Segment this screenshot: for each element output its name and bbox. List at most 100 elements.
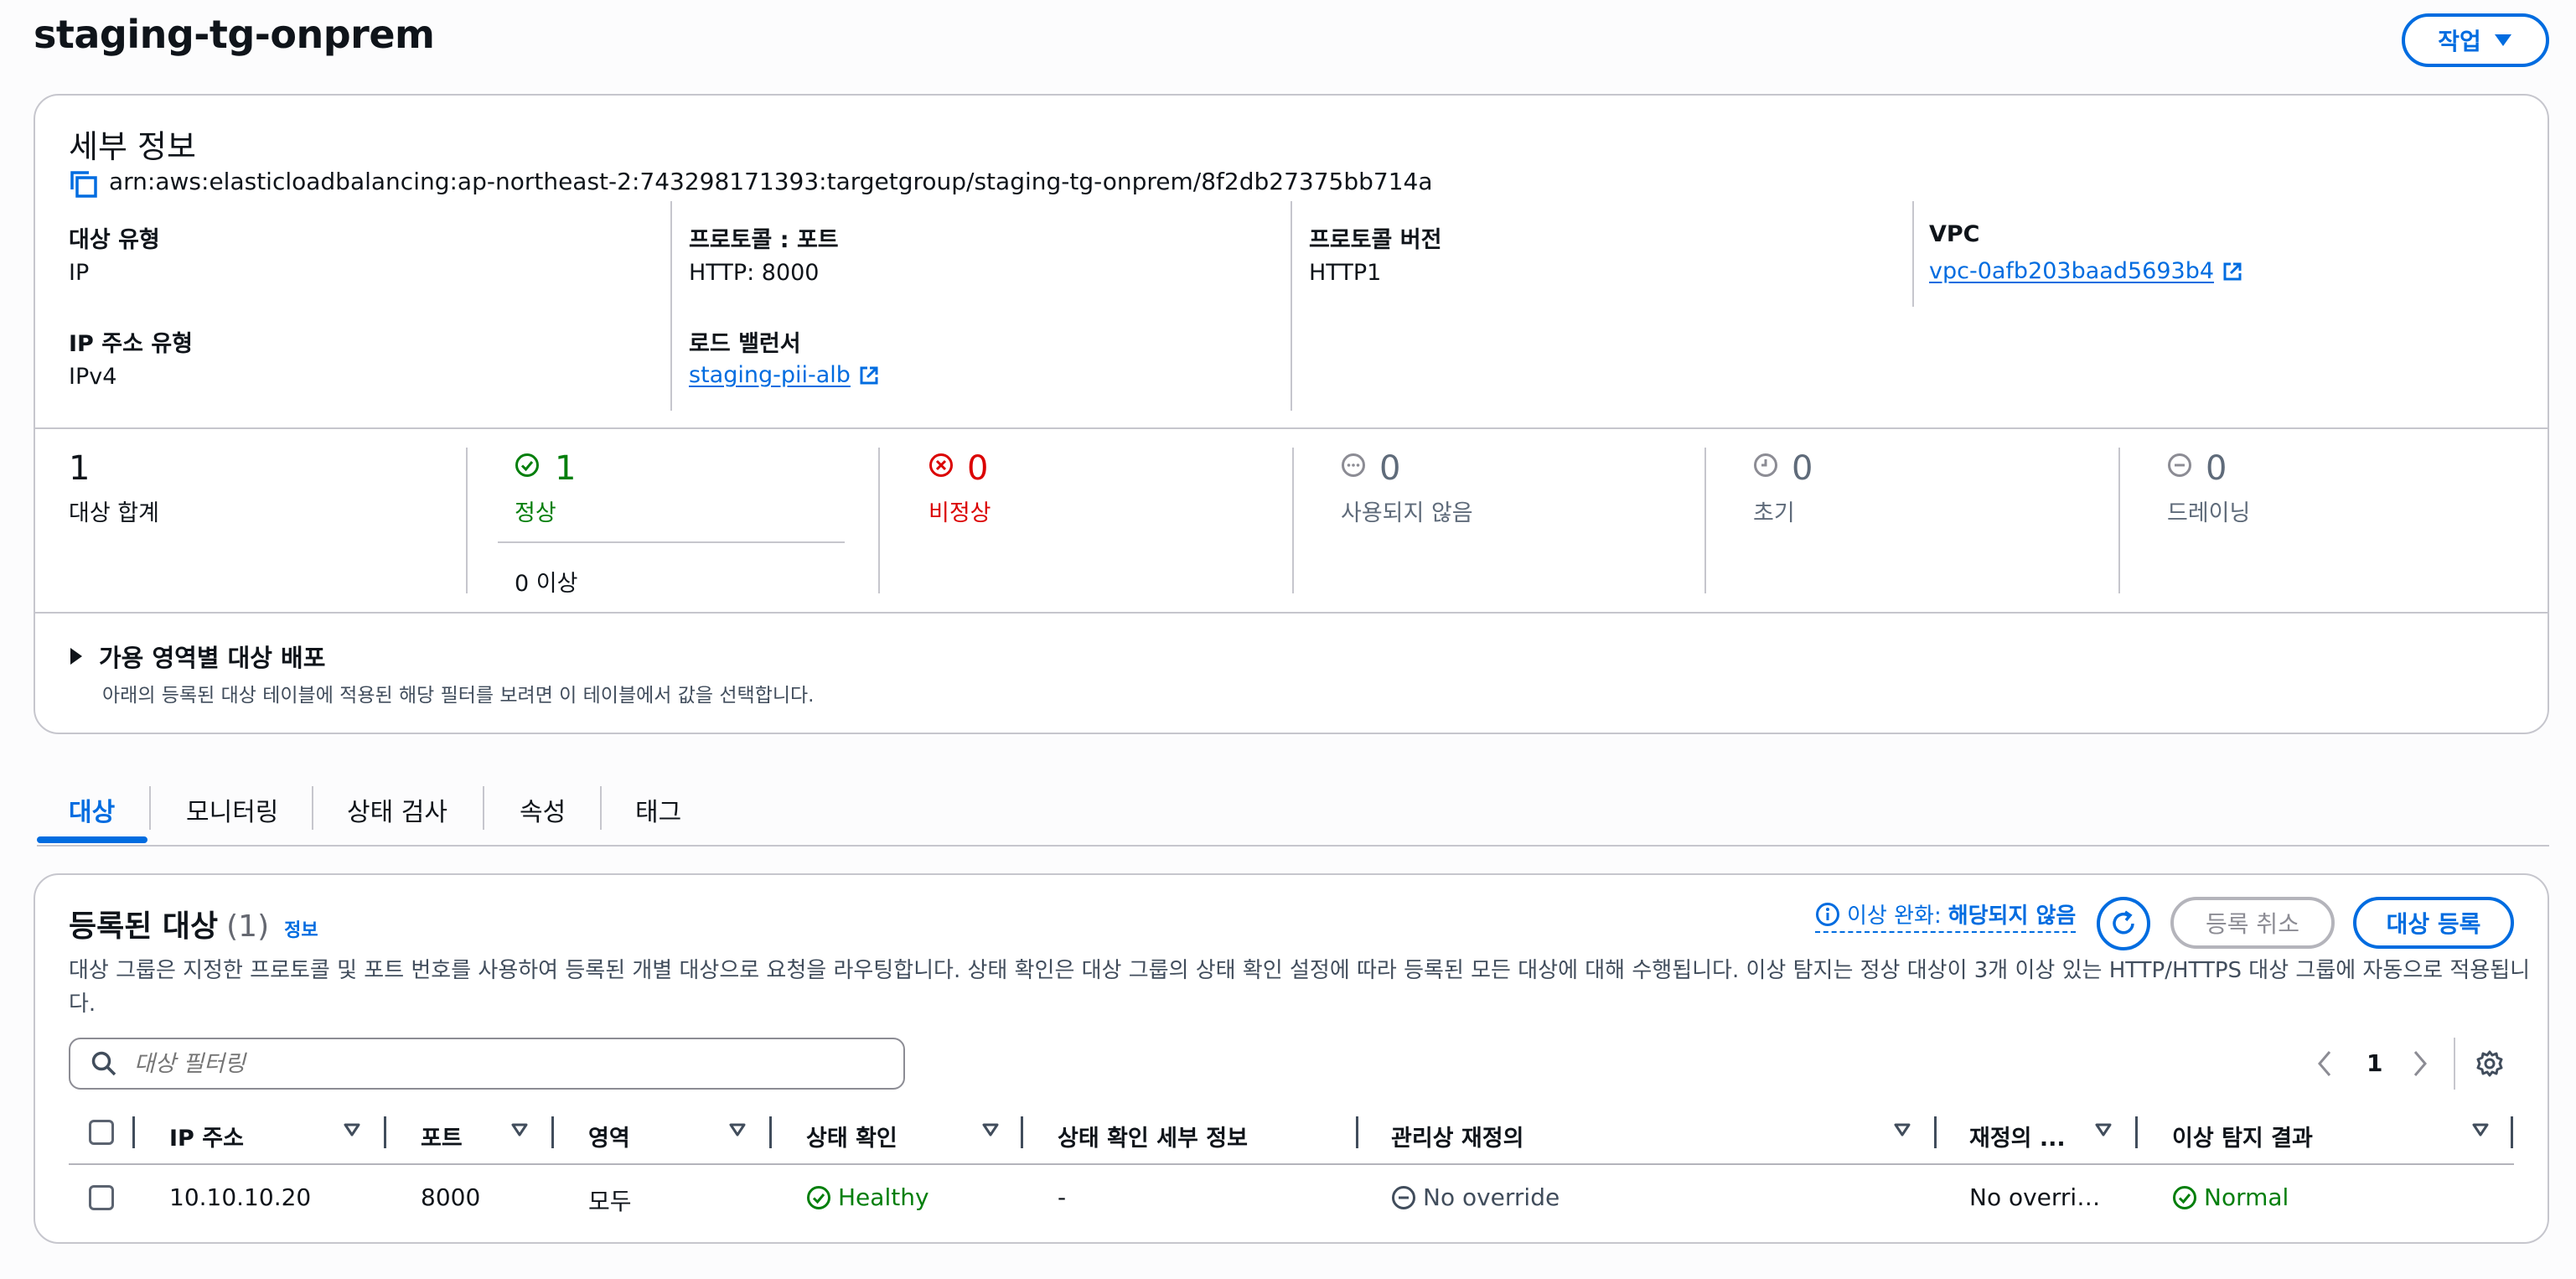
tab-active-indicator — [37, 836, 147, 843]
unhealthy-count: 0 — [967, 449, 989, 488]
column-override-details[interactable]: 재정의 ... — [1969, 1120, 2066, 1152]
column-separator — [2135, 1116, 2138, 1148]
page-number[interactable]: 1 — [2367, 1049, 2382, 1077]
column-separator — [769, 1116, 772, 1148]
stats-divider — [1704, 448, 1706, 593]
tab-health-checks[interactable]: 상태 검사 — [347, 791, 447, 828]
registered-targets-heading: 등록된 대상 (1) 정보 — [69, 902, 318, 945]
column-port[interactable]: 포트 — [421, 1120, 463, 1152]
actions-button[interactable]: 작업 — [2402, 13, 2549, 67]
cell-admin-override: No override — [1391, 1183, 1560, 1211]
mitigation-value: 해당되지 않음 — [1948, 904, 2077, 929]
external-link-icon — [859, 365, 879, 386]
cell-override-details: No overri… — [1969, 1183, 2101, 1211]
sort-icon[interactable] — [729, 1123, 746, 1137]
sort-icon[interactable] — [982, 1123, 999, 1137]
override-text: No override — [1423, 1183, 1560, 1211]
column-zone[interactable]: 영역 — [588, 1120, 630, 1152]
healthy-check-icon — [806, 1185, 831, 1210]
normal-check-icon — [2172, 1185, 2197, 1210]
tab-attributes[interactable]: 속성 — [520, 791, 566, 828]
sort-icon[interactable] — [2472, 1123, 2489, 1137]
az-description: 아래의 등록된 대상 테이블에 적용된 해당 필터를 보려면 이 테이블에서 값… — [102, 685, 815, 707]
stats-divider — [466, 448, 468, 593]
unused-icon — [1341, 453, 1366, 478]
cell-anomaly-result: Normal — [2172, 1183, 2289, 1211]
draining-icon — [2167, 453, 2192, 478]
filter-box[interactable] — [69, 1038, 905, 1090]
mitigation-prefix: 이상 완화: — [1847, 904, 1942, 929]
total-label: 대상 합계 — [69, 500, 159, 526]
section-divider — [35, 427, 2548, 429]
page-title: staging-tg-onprem — [34, 12, 435, 57]
stats-divider — [2118, 448, 2120, 593]
actions-label: 작업 — [2438, 28, 2481, 55]
vpc-link[interactable]: vpc-0afb203baad5693b4 — [1929, 258, 2214, 284]
section-divider — [35, 612, 2548, 614]
details-heading: 세부 정보 — [69, 128, 196, 165]
initial-count: 0 — [1792, 449, 1813, 488]
protocol-port-value: HTTP: 8000 — [689, 260, 820, 286]
draining-count: 0 — [2206, 449, 2227, 488]
tab-divider — [483, 786, 484, 830]
refresh-button[interactable] — [2097, 897, 2150, 950]
stats-divider — [878, 448, 880, 593]
caret-down-icon — [2493, 33, 2513, 48]
tabs-baseline — [37, 845, 2549, 847]
anomaly-result-text: Normal — [2204, 1183, 2289, 1211]
unhealthy-icon — [928, 453, 954, 478]
column-admin-override[interactable]: 관리상 재정의 — [1391, 1120, 1523, 1152]
column-ip-address[interactable]: IP 주소 — [169, 1120, 244, 1152]
healthy-label: 정상 — [515, 500, 556, 526]
deregister-button[interactable]: 등록 취소 — [2170, 897, 2335, 949]
tab-divider — [149, 786, 151, 830]
row-checkbox[interactable] — [89, 1185, 114, 1210]
pagination-divider — [2454, 1038, 2455, 1090]
cell-health-details: - — [1058, 1183, 1067, 1211]
unhealthy-label: 비정상 — [928, 500, 991, 526]
sort-icon[interactable] — [1894, 1123, 1911, 1137]
tab-targets[interactable]: 대상 — [69, 791, 115, 828]
column-separator — [551, 1116, 554, 1148]
select-all-checkbox[interactable] — [89, 1120, 114, 1145]
az-heading: 가용 영역별 대상 배포 — [99, 644, 326, 672]
draining-label: 드레이닝 — [2167, 500, 2251, 526]
caret-right-icon — [69, 647, 84, 665]
tab-divider — [600, 786, 602, 830]
load-balancer-link[interactable]: staging-pii-alb — [689, 362, 851, 388]
external-link-icon — [2222, 261, 2242, 282]
column-anomaly-result[interactable]: 이상 탐지 결과 — [2172, 1120, 2313, 1152]
vpc-label: VPC — [1929, 221, 1980, 247]
column-separator — [1021, 1116, 1023, 1148]
sort-icon[interactable] — [2095, 1123, 2112, 1137]
copy-arn-icon[interactable] — [69, 169, 97, 198]
unused-label: 사용되지 않음 — [1341, 500, 1473, 526]
protocol-version-value: HTTP1 — [1309, 260, 1382, 286]
az-section-toggle[interactable]: 가용 영역별 대상 배포 — [69, 639, 325, 674]
registered-description: 대상 그룹은 지정한 프로토콜 및 포트 번호를 사용하여 등록된 개별 대상으… — [69, 958, 2531, 1017]
target-group-arn: arn:aws:elasticloadbalancing:ap-northeas… — [109, 168, 1433, 195]
tab-monitoring[interactable]: 모니터링 — [186, 791, 278, 828]
info-link[interactable]: 정보 — [284, 915, 318, 942]
register-targets-button[interactable]: 대상 등록 — [2353, 897, 2514, 949]
filter-input[interactable] — [132, 1049, 890, 1078]
settings-gear-icon[interactable] — [2475, 1049, 2504, 1078]
tab-tags[interactable]: 태그 — [635, 791, 681, 828]
stats-divider — [1292, 448, 1294, 593]
column-separator — [1934, 1116, 1937, 1148]
prev-page-icon[interactable] — [2316, 1049, 2333, 1078]
healthy-divider — [498, 541, 845, 543]
column-separator — [132, 1116, 135, 1148]
sort-icon[interactable] — [511, 1123, 528, 1137]
target-type-label: 대상 유형 — [69, 227, 160, 253]
anomaly-count: 0 이상 — [515, 571, 578, 597]
sort-icon[interactable] — [344, 1123, 360, 1137]
column-health-status[interactable]: 상태 확인 — [806, 1120, 897, 1152]
next-page-icon[interactable] — [2412, 1049, 2429, 1078]
ip-type-value: IPv4 — [69, 364, 117, 390]
cell-health-status: Healthy — [806, 1183, 929, 1211]
initial-icon — [1753, 453, 1778, 478]
anomaly-mitigation-link[interactable]: 이상 완화: 해당되지 않음 — [1815, 898, 2077, 933]
column-health-details[interactable]: 상태 확인 세부 정보 — [1058, 1120, 1248, 1152]
column-separator — [1356, 1116, 1358, 1148]
